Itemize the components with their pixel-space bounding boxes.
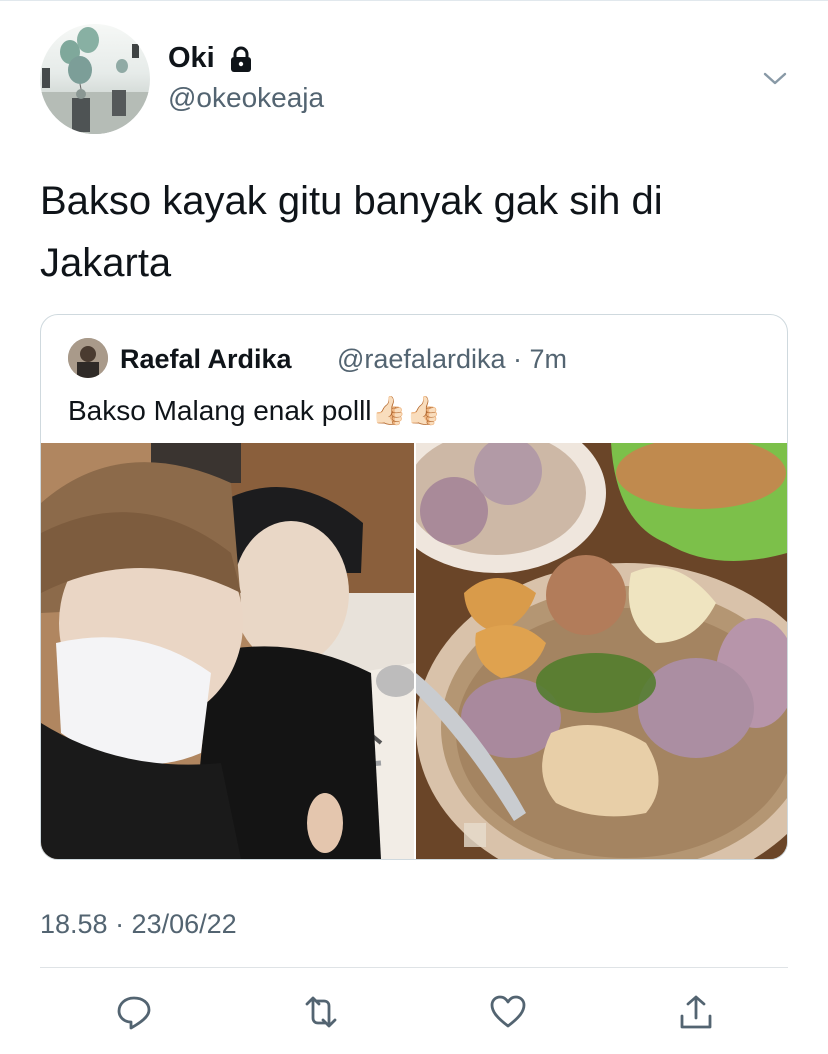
top-divider	[0, 0, 828, 1]
chevron-down-icon[interactable]	[760, 64, 790, 94]
quoted-tweet-card[interactable]: Raefal Ardika @raefalardika · 7m Bakso M…	[40, 314, 788, 860]
quoted-author-avatar	[68, 338, 108, 378]
tweet-text: Bakso kayak gitu banyak gak sih di Jakar…	[40, 179, 663, 285]
author-handle[interactable]: @okeokeaja	[168, 80, 324, 116]
actions-divider	[40, 967, 788, 968]
share-icon[interactable]	[676, 992, 716, 1032]
reply-icon[interactable]	[114, 992, 154, 1032]
author-display-name[interactable]: Oki	[168, 40, 215, 76]
quoted-author-name: Raefal Ardika	[120, 344, 292, 374]
author-avatar[interactable]	[40, 24, 150, 134]
retweet-icon[interactable]	[301, 992, 341, 1032]
like-icon[interactable]	[488, 992, 528, 1032]
quoted-author-handle: @raefalardika · 7m	[337, 344, 567, 374]
quoted-tweet-text: Bakso Malang enak polll👍🏻👍🏻	[68, 395, 442, 426]
tweet-timestamp[interactable]: 18.58 · 23/06/22	[40, 906, 237, 942]
bakso-bowl-photo[interactable]	[416, 443, 787, 859]
selfie-photo[interactable]	[41, 443, 414, 859]
lock-icon	[231, 46, 251, 72]
avatar-illustration	[40, 27, 150, 134]
